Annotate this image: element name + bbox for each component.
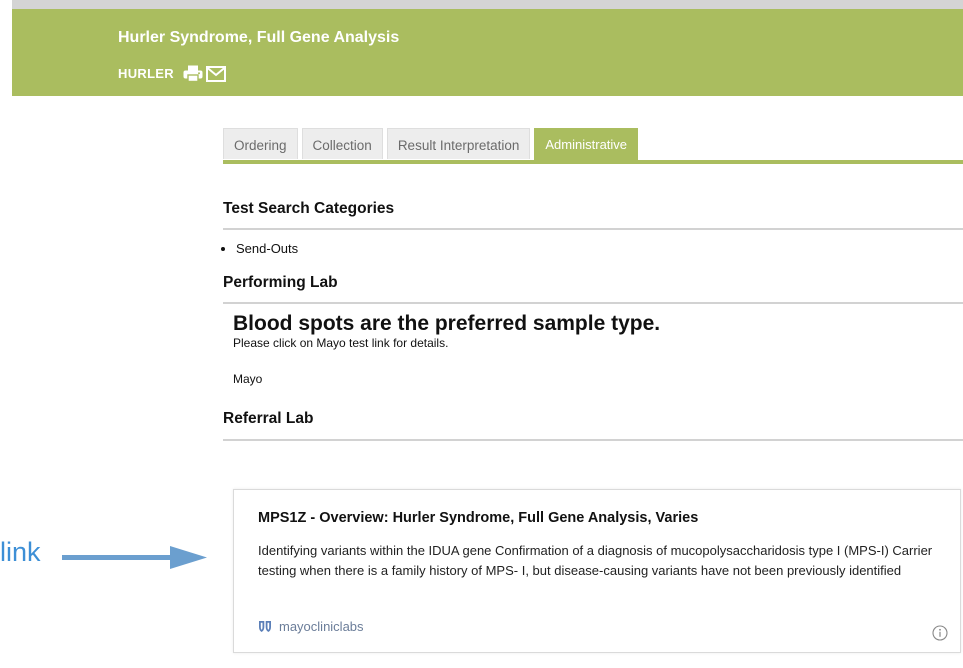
divider <box>223 439 963 441</box>
referral-link-card[interactable]: MPS1Z - Overview: Hurler Syndrome, Full … <box>233 489 961 653</box>
categories-heading: Test Search Categories <box>223 200 395 217</box>
test-code: HURLER <box>118 66 174 81</box>
tab-content: Test Search Categories Send-Outs Perform… <box>223 164 963 441</box>
annotation-arrow-icon <box>62 545 208 571</box>
top-border <box>12 0 963 9</box>
card-title-link[interactable]: MPS1Z - Overview: Hurler Syndrome, Full … <box>258 510 698 526</box>
card-source-name: mayocliniclabs <box>279 619 364 634</box>
referral-lab-heading: Referral Lab <box>223 410 314 427</box>
header-banner: Hurler Syndrome, Full Gene Analysis HURL… <box>12 9 963 96</box>
card-description: Identifying variants within the IDUA gen… <box>258 543 933 578</box>
tab-bar: Ordering Collection Result Interpretatio… <box>223 128 642 160</box>
performing-lab-heading: Performing Lab <box>223 274 338 291</box>
list-item: Send-Outs <box>236 241 963 256</box>
card-source: mayocliniclabs <box>258 619 364 634</box>
tab-administrative[interactable]: Administrative <box>534 128 639 160</box>
details-note: Please click on Mayo test link for detai… <box>233 336 449 350</box>
tab-result-interpretation[interactable]: Result Interpretation <box>386 128 531 159</box>
mayo-shield-icon <box>258 620 272 633</box>
page-title: Hurler Syndrome, Full Gene Analysis <box>118 29 400 46</box>
test-code-row: HURLER <box>118 65 226 83</box>
annotation-link-label: link <box>0 537 41 567</box>
categories-list: Send-Outs <box>223 241 963 256</box>
performing-lab-name: Mayo <box>233 372 263 386</box>
tab-ordering[interactable]: Ordering <box>223 128 298 159</box>
info-icon[interactable] <box>932 625 948 641</box>
sample-type-notice: Blood spots are the preferred sample typ… <box>233 312 661 335</box>
printer-icon[interactable] <box>183 65 203 83</box>
mail-icon[interactable] <box>205 65 226 82</box>
tab-collection[interactable]: Collection <box>301 128 383 159</box>
